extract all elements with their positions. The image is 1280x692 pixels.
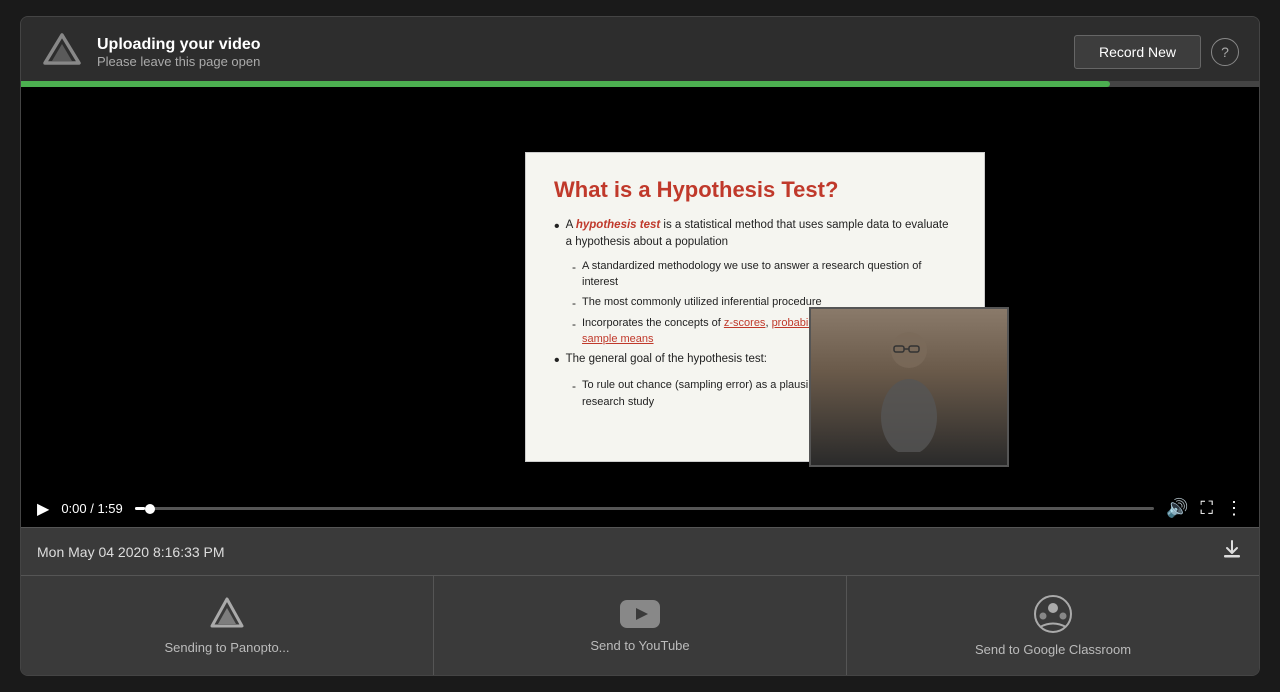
slide-title: What is a Hypothesis Test? xyxy=(554,177,956,203)
share-item-youtube[interactable]: Send to YouTube xyxy=(434,576,847,675)
header-actions: Record New ? xyxy=(1074,35,1239,69)
video-progress-track[interactable] xyxy=(135,507,1154,510)
sub-bullet-dot-1: ‑ xyxy=(572,258,576,291)
fullscreen-icon[interactable]: ⛶ xyxy=(1200,498,1213,519)
webcam-overlay xyxy=(809,307,1009,467)
share-bar: Sending to Panopto... Send to YouTube Se… xyxy=(21,575,1259,675)
timestamp: Mon May 04 2020 8:16:33 PM xyxy=(37,544,225,560)
slide-sub-1-text: A standardized methodology we use to ans… xyxy=(582,258,956,291)
italic-hypothesis-test: hypothesis test xyxy=(576,219,660,231)
header: Uploading your video Please leave this p… xyxy=(21,17,1259,87)
download-icon xyxy=(1221,538,1243,560)
panopto-label: Sending to Panopto... xyxy=(164,640,289,655)
slide-bullet-1-text: A hypothesis test is a statistical metho… xyxy=(566,217,956,252)
more-options-icon[interactable]: ⋮ xyxy=(1225,498,1243,519)
video-progress-fill xyxy=(135,507,145,510)
video-controls: ▶ 0:00 / 1:59 🔊 ⛶ ⋮ xyxy=(21,490,1259,527)
sub-bullet-dot-2: ‑ xyxy=(572,294,576,312)
youtube-share-icon xyxy=(620,598,660,630)
bullet-dot-2: • xyxy=(554,351,560,372)
slide-bullet-2-text: The general goal of the hypothesis test: xyxy=(566,351,767,372)
slide-sub-2-text: The most commonly utilized inferential p… xyxy=(582,294,822,312)
webcam-person xyxy=(811,309,1007,465)
slide-sub-1: ‑ A standardized methodology we use to a… xyxy=(572,258,956,291)
bullet-dot-1: • xyxy=(554,217,560,252)
google-classroom-label: Send to Google Classroom xyxy=(975,642,1131,657)
info-bar: Mon May 04 2020 8:16:33 PM xyxy=(21,527,1259,575)
download-button[interactable] xyxy=(1221,538,1243,566)
record-new-button[interactable]: Record New xyxy=(1074,35,1201,69)
panopto-share-icon xyxy=(209,596,245,632)
video-progress-handle[interactable] xyxy=(145,504,155,514)
google-classroom-share-icon xyxy=(1033,594,1073,634)
sub-bullet-dot-4: ‑ xyxy=(572,377,576,410)
person-silhouette xyxy=(869,322,949,452)
slide-bullet-main-1: • A hypothesis test is a statistical met… xyxy=(554,217,956,252)
time-display: 0:00 / 1:59 xyxy=(61,501,122,516)
play-button[interactable]: ▶ xyxy=(37,499,49,519)
sub-bullet-dot-3: ‑ xyxy=(572,315,576,348)
youtube-label: Send to YouTube xyxy=(590,638,689,653)
link-zscores: z-scores xyxy=(724,317,766,329)
share-item-google-classroom[interactable]: Send to Google Classroom xyxy=(847,576,1259,675)
volume-icon[interactable]: 🔊 xyxy=(1166,498,1188,519)
help-icon-button[interactable]: ? xyxy=(1211,38,1239,66)
app-window: Uploading your video Please leave this p… xyxy=(20,16,1260,676)
panopto-logo-icon xyxy=(41,31,83,73)
uploading-subtitle: Please leave this page open xyxy=(97,54,1060,69)
header-text: Uploading your video Please leave this p… xyxy=(97,36,1060,69)
uploading-title: Uploading your video xyxy=(97,36,1060,54)
share-item-panopto[interactable]: Sending to Panopto... xyxy=(21,576,434,675)
video-container: What is a Hypothesis Test? • A hypothesi… xyxy=(21,87,1259,527)
